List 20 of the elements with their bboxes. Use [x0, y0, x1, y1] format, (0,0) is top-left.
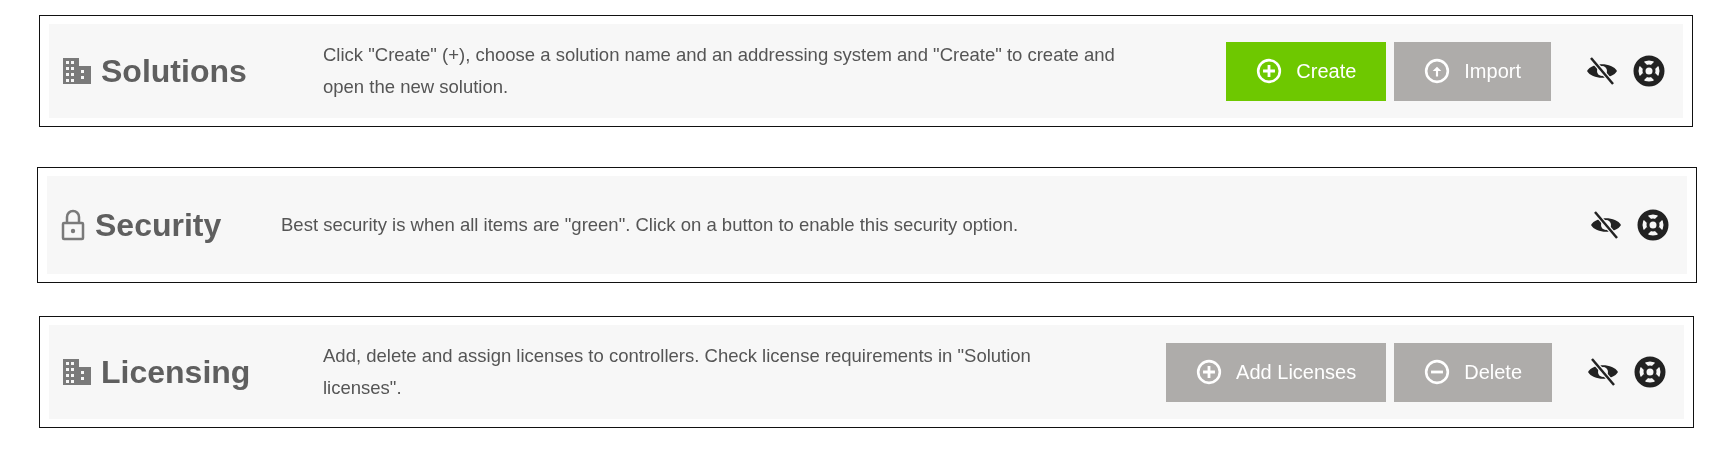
help-lifebuoy-icon[interactable] [1634, 356, 1666, 388]
panel-title: Solutions [101, 52, 247, 90]
hidden-eye-icon[interactable] [1589, 210, 1623, 240]
help-lifebuoy-icon[interactable] [1633, 55, 1665, 87]
panel-title: Licensing [101, 353, 251, 391]
plus-circle-icon [1256, 58, 1283, 84]
building-icon [63, 359, 91, 385]
panel-description: Add, delete and assign licenses to controllers. Check license requirements in "Solution licenses". [323, 344, 1032, 400]
panel-description: Click "Create" (+), choose a solution name and an addressing system and "Create" to create and open the new solution. [323, 43, 1116, 99]
building-icon [63, 58, 91, 84]
hidden-eye-icon[interactable] [1586, 357, 1620, 387]
up-arrow-circle-icon [1424, 58, 1451, 84]
panel-description: Best security is when all items are "green". Click on a button to enable this security option. [281, 213, 1020, 237]
minus-circle-icon [1424, 359, 1451, 385]
help-lifebuoy-icon[interactable] [1637, 209, 1669, 241]
hidden-eye-icon[interactable] [1585, 56, 1619, 86]
plus-circle-icon [1196, 359, 1223, 385]
add-button[interactable]: Create [1226, 41, 1387, 101]
lock-icon [61, 209, 85, 241]
panel-title: Security [95, 206, 222, 244]
